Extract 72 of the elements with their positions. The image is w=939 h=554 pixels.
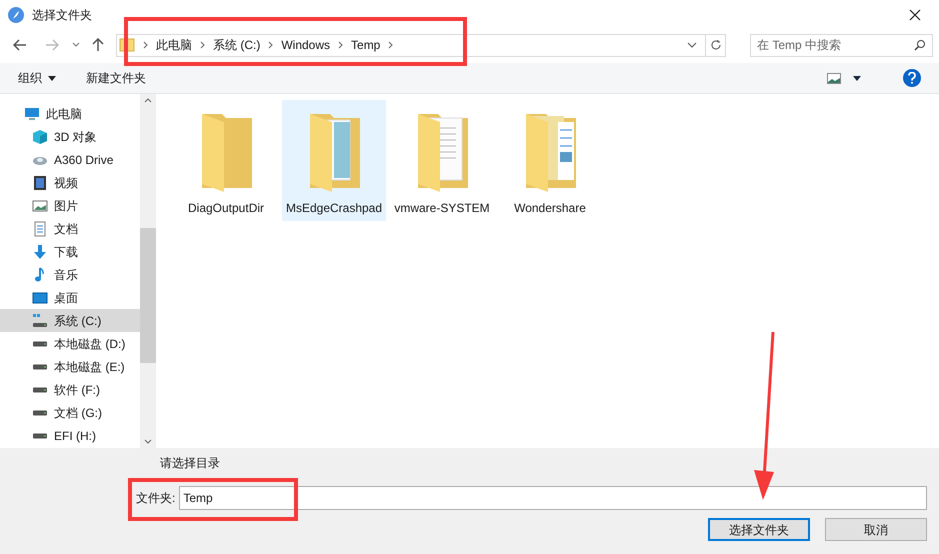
feather-logo-icon: [8, 7, 24, 23]
new-folder-button[interactable]: 新建文件夹: [86, 69, 146, 87]
forward-arrow-icon: [45, 39, 59, 51]
computer-icon: [24, 106, 40, 122]
system-drive-icon: [32, 312, 48, 328]
breadcrumb-item[interactable]: Windows: [279, 36, 332, 54]
folder-item[interactable]: vmware-SYSTEM: [390, 100, 494, 221]
desktop-icon: [32, 290, 48, 306]
drive-icon: [32, 364, 48, 370]
help-button[interactable]: [903, 69, 921, 87]
dropdown-chevron-icon[interactable]: [72, 42, 80, 48]
sidebar-label: 此电脑: [46, 106, 82, 122]
breadcrumb-item[interactable]: Temp: [349, 36, 382, 54]
sidebar-label: 软件 (F:): [54, 382, 100, 398]
search-icon: [914, 39, 926, 51]
folder-item[interactable]: Wondershare: [498, 100, 602, 221]
download-arrow-icon: [32, 244, 48, 260]
sidebar-label: 本地磁盘 (E:): [54, 358, 125, 376]
caret-icon: [853, 76, 861, 80]
window-title: 选择文件夹: [32, 7, 92, 24]
refresh-icon: [710, 39, 722, 51]
sidebar-label: 文档 (G:): [54, 404, 102, 422]
folder-item[interactable]: DiagOutputDir: [174, 100, 278, 221]
folder-field-label: 文件夹:: [136, 490, 176, 507]
hint-text: 请选择目录: [160, 455, 221, 472]
question-mark-icon: [908, 72, 916, 84]
chevron-icon: [200, 41, 205, 49]
scroll-down-icon[interactable]: [144, 439, 152, 444]
chevron-icon: [388, 41, 394, 49]
picture-icon: [827, 72, 841, 84]
breadcrumb-item[interactable]: 系统 (C:): [211, 36, 262, 54]
drive-icon: [32, 432, 48, 438]
close-icon: [909, 9, 921, 21]
sidebar-label: 桌面: [54, 290, 78, 306]
scroll-up-icon[interactable]: [144, 98, 152, 103]
picture-icon: [32, 198, 48, 214]
chevron-icon: [338, 41, 344, 49]
search-field[interactable]: 在 Temp 中搜索: [750, 34, 933, 56]
sidebar-label: 图片: [54, 198, 78, 214]
view-options-button[interactable]: [827, 72, 861, 84]
sidebar-item[interactable]: 系统 (C:): [0, 309, 140, 332]
chevron-icon: [268, 41, 274, 49]
organize-menu[interactable]: 组织: [18, 69, 56, 87]
drive-icon: [32, 340, 48, 346]
up-arrow-icon: [92, 38, 104, 52]
sidebar-label: 本地磁盘 (D:): [54, 336, 126, 352]
sidebar-label: 文档: [54, 220, 78, 238]
dropdown-chevron-icon[interactable]: [687, 42, 697, 48]
scrollbar[interactable]: [140, 94, 156, 448]
dialog-button[interactable]: 选择文件夹: [708, 518, 810, 541]
dialog-button[interactable]: 取消: [825, 518, 927, 541]
search-input[interactable]: 在 Temp 中搜索: [757, 36, 914, 54]
sidebar-label: 系统 (C:): [54, 312, 102, 330]
document-icon: [32, 220, 48, 236]
sidebar-label: 3D 对象: [54, 128, 97, 146]
chevron-icon: [143, 41, 148, 49]
back-arrow-icon: [13, 39, 27, 51]
film-icon: [32, 174, 48, 190]
caret-icon: [48, 76, 56, 80]
sidebar-label: 视频: [54, 174, 78, 192]
sidebar-label: 下载: [54, 244, 78, 260]
folder-item[interactable]: MsEdgeCrashpad: [282, 100, 386, 221]
sidebar-label: EFI (H:): [54, 428, 96, 444]
sidebar-label: 音乐: [54, 266, 78, 284]
breadcrumb-item[interactable]: 此电脑: [154, 36, 194, 54]
drive-icon: [32, 386, 48, 392]
folder-name-field[interactable]: Temp: [179, 486, 927, 510]
scroll-thumb[interactable]: [140, 228, 156, 363]
sidebar-label: A360 Drive: [54, 152, 114, 168]
address-bar[interactable]: 此电脑 系统 (C:) Windows Temp: [116, 34, 726, 56]
drive-icon: [32, 410, 48, 416]
cube-icon: [32, 128, 48, 144]
